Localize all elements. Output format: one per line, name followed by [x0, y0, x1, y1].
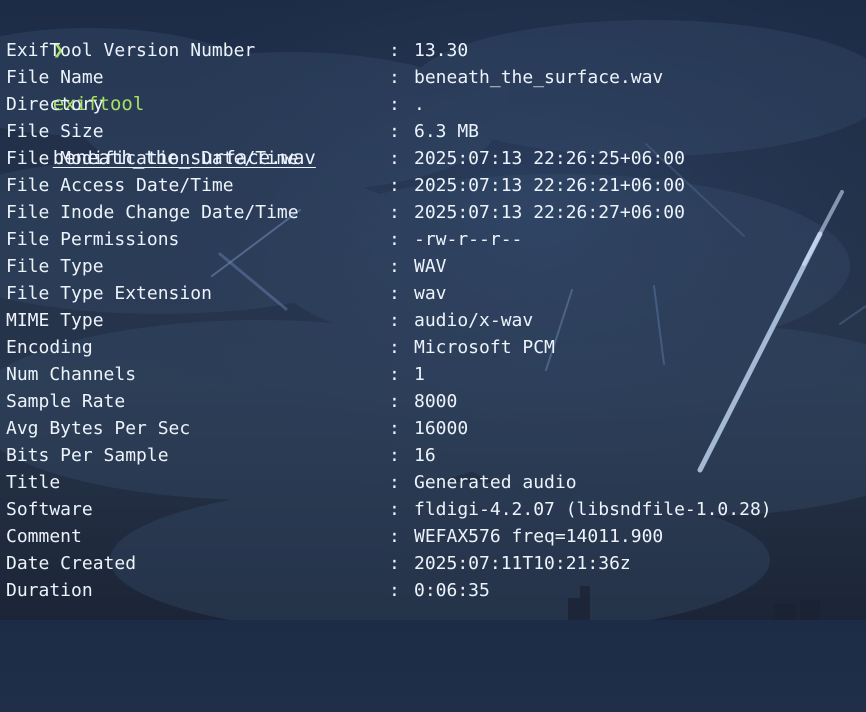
- command-prompt-line: ❯ exiftool beneath_the_surface.wav: [0, 10, 866, 169]
- exif-value: 6.3 MB: [414, 121, 480, 142]
- exif-separator: :: [389, 202, 400, 223]
- exif-row: File Type : WAV: [0, 253, 866, 280]
- exif-value: WEFAX576 freq=14011.900: [414, 526, 664, 547]
- exif-key: Bits Per Sample: [6, 445, 169, 466]
- exif-value: wav: [414, 283, 447, 304]
- exif-separator: :: [389, 175, 400, 196]
- exif-row: Date Created : 2025:07:11T10:21:36z: [0, 550, 866, 577]
- exif-separator: :: [389, 94, 400, 115]
- exif-value: .: [414, 94, 425, 115]
- exif-key: File Type: [6, 256, 104, 277]
- exif-row: File Access Date/Time : 2025:07:13 22:26…: [0, 172, 866, 199]
- exif-row: File Size : 6.3 MB: [0, 118, 866, 145]
- exif-value: -rw-r--r--: [414, 229, 523, 250]
- exif-row: Directory : .: [0, 91, 866, 118]
- exif-key: ExifTool Version Number: [6, 40, 256, 61]
- exif-key: Sample Rate: [6, 391, 126, 412]
- exif-separator: :: [389, 310, 400, 331]
- exif-value: 16000: [414, 418, 469, 439]
- exif-row: File Inode Change Date/Time : 2025:07:13…: [0, 199, 866, 226]
- exif-value: Microsoft PCM: [414, 337, 555, 358]
- exif-key: Software: [6, 499, 93, 520]
- exif-row: Comment : WEFAX576 freq=14011.900: [0, 523, 866, 550]
- exif-key: File Inode Change Date/Time: [6, 202, 299, 223]
- exif-row: Encoding : Microsoft PCM: [0, 334, 866, 361]
- exif-row: Num Channels : 1: [0, 361, 866, 388]
- exif-separator: :: [389, 580, 400, 601]
- exif-value: 2025:07:13 22:26:25+06:00: [414, 148, 685, 169]
- exif-separator: :: [389, 472, 400, 493]
- exif-output-list: ExifTool Version Number : 13.30 File Nam…: [0, 37, 866, 604]
- exif-key: Date Created: [6, 553, 137, 574]
- exif-key: Duration: [6, 580, 93, 601]
- exif-separator: :: [389, 256, 400, 277]
- exif-separator: :: [389, 283, 400, 304]
- exif-separator: :: [389, 148, 400, 169]
- exif-separator: :: [389, 337, 400, 358]
- exif-row: Software : fldigi-4.2.07 (libsndfile-1.0…: [0, 496, 866, 523]
- exif-row: File Modification Date/Time : 2025:07:13…: [0, 145, 866, 172]
- exif-separator: :: [389, 526, 400, 547]
- exif-key: File Access Date/Time: [6, 175, 234, 196]
- exif-key: File Name: [6, 67, 104, 88]
- exif-value: 2025:07:13 22:26:27+06:00: [414, 202, 685, 223]
- exif-separator: :: [389, 229, 400, 250]
- exif-value: 16: [414, 445, 436, 466]
- terminal-window: ❯ exiftool beneath_the_surface.wav ExifT…: [0, 10, 866, 620]
- exif-row: Bits Per Sample : 16: [0, 442, 866, 469]
- exif-value: beneath_the_surface.wav: [414, 67, 664, 88]
- exif-value: WAV: [414, 256, 447, 277]
- exif-row: Sample Rate : 8000: [0, 388, 866, 415]
- exif-row: File Type Extension : wav: [0, 280, 866, 307]
- exif-key: Avg Bytes Per Sec: [6, 418, 191, 439]
- exif-separator: :: [389, 445, 400, 466]
- exif-key: Encoding: [6, 337, 93, 358]
- exif-row: MIME Type : audio/x-wav: [0, 307, 866, 334]
- exif-row: Avg Bytes Per Sec : 16000: [0, 415, 866, 442]
- exif-value: 0:06:35: [414, 580, 490, 601]
- exif-value: audio/x-wav: [414, 310, 534, 331]
- exif-value: 2025:07:11T10:21:36z: [414, 553, 631, 574]
- exif-row: Duration : 0:06:35: [0, 577, 866, 604]
- exif-row: File Name : beneath_the_surface.wav: [0, 64, 866, 91]
- exif-key: File Modification Date/Time: [6, 148, 299, 169]
- exif-separator: :: [389, 67, 400, 88]
- exif-key: File Size: [6, 121, 104, 142]
- exif-separator: :: [389, 121, 400, 142]
- exif-value: 8000: [414, 391, 458, 412]
- exif-separator: :: [389, 553, 400, 574]
- exif-key: File Permissions: [6, 229, 180, 250]
- exif-separator: :: [389, 418, 400, 439]
- exif-value: 13.30: [414, 40, 469, 61]
- exif-row: ExifTool Version Number : 13.30: [0, 37, 866, 64]
- exif-separator: :: [389, 40, 400, 61]
- exif-key: MIME Type: [6, 310, 104, 331]
- exif-key: File Type Extension: [6, 283, 212, 304]
- exif-key: Directory: [6, 94, 104, 115]
- exif-row: File Permissions : -rw-r--r--: [0, 226, 866, 253]
- exif-separator: :: [389, 499, 400, 520]
- exif-separator: :: [389, 391, 400, 412]
- exif-value: fldigi-4.2.07 (libsndfile-1.0.28): [414, 499, 772, 520]
- exif-row: Title : Generated audio: [0, 469, 866, 496]
- exif-separator: :: [389, 364, 400, 385]
- exif-value: Generated audio: [414, 472, 577, 493]
- exif-key: Title: [6, 472, 61, 493]
- exif-key: Num Channels: [6, 364, 137, 385]
- exif-value: 2025:07:13 22:26:21+06:00: [414, 175, 685, 196]
- exif-value: 1: [414, 364, 425, 385]
- exif-key: Comment: [6, 526, 82, 547]
